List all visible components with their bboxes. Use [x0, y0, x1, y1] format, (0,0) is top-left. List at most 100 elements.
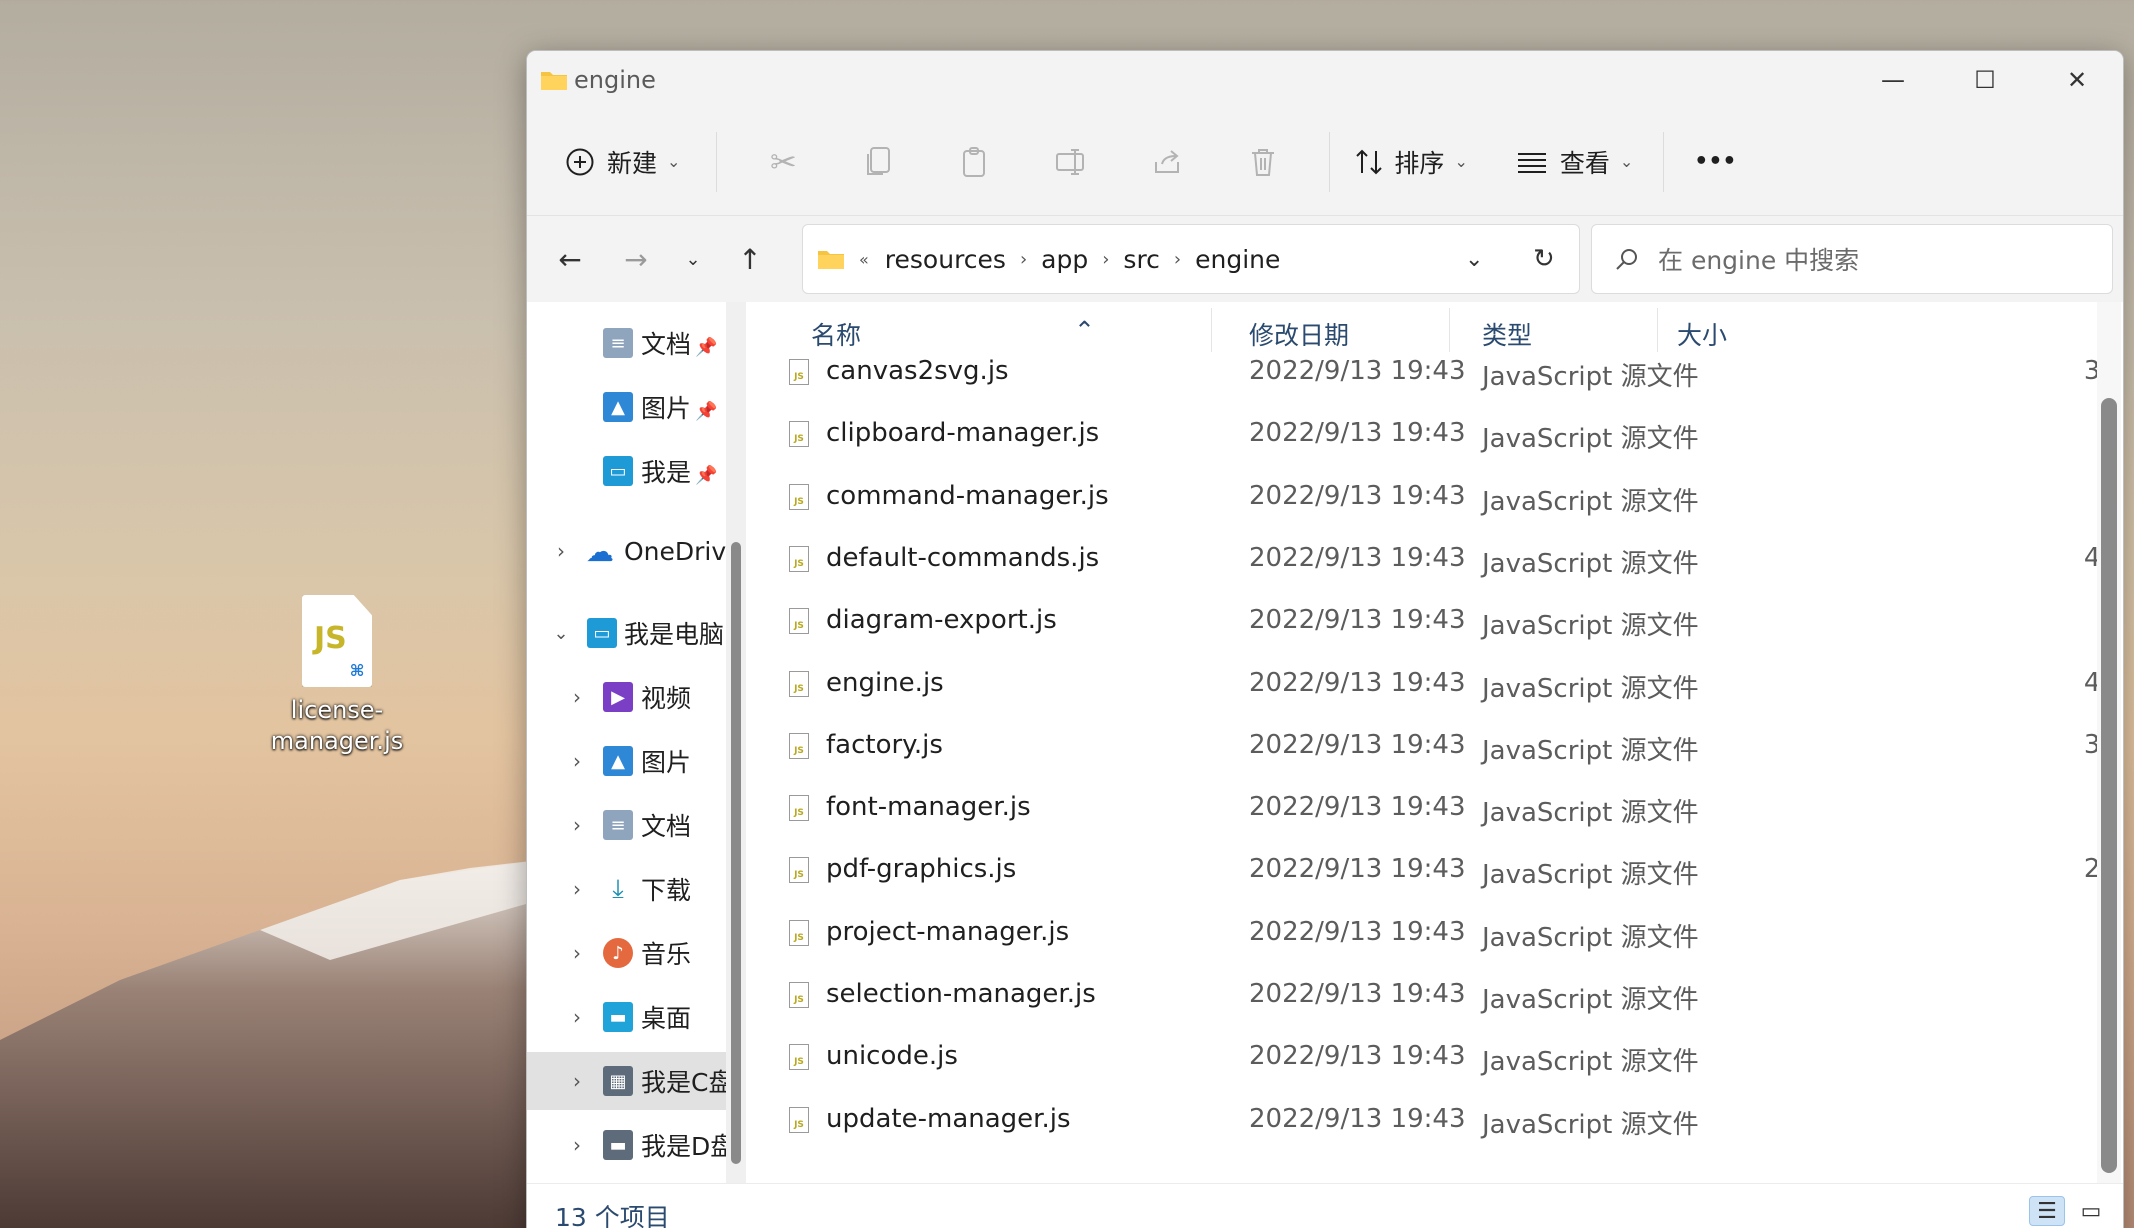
sidebar-item-c-drive[interactable]: › ▦ 我是C盘 [527, 1052, 727, 1110]
breadcrumb-engine[interactable]: engine [1195, 245, 1280, 274]
scrollbar-thumb[interactable] [731, 542, 741, 1164]
desktop-file-icon[interactable]: JS ⌘ license-manager.js [262, 595, 412, 757]
file-row[interactable]: JS diagram-export.js 2022/9/13 19:43 JavaSc… [759, 591, 2111, 653]
sidebar-item-documents[interactable]: › ≡ 文档 [527, 796, 727, 854]
sidebar-item-d-drive[interactable]: › ▬ 我是D盘 [527, 1116, 727, 1174]
sidebar-item-videos[interactable]: › ▶ 视频 [527, 668, 727, 726]
file-name: diagram-export.js [826, 605, 1057, 636]
details-view-icon: ☰ [2037, 1198, 2057, 1224]
sidebar-item-label: 我是D盘 [641, 1132, 727, 1161]
copy-button[interactable] [831, 132, 927, 192]
plus-circle-icon [566, 148, 594, 175]
document-icon: ≡ [603, 810, 633, 840]
navigation-bar: ← → ⌄ ↑ « resources › app › src › engine… [527, 216, 2123, 302]
file-date: 2022/9/13 19:43 [1249, 916, 1466, 947]
overflow-crumbs[interactable]: « [859, 250, 869, 269]
back-button[interactable]: ← [537, 229, 603, 289]
up-button[interactable]: ↑ [717, 229, 783, 289]
file-row[interactable]: JS font-manager.js 2022/9/13 19:43 JavaScri… [759, 778, 2111, 840]
sidebar-item-label: 桌面 [641, 1004, 692, 1033]
refresh-icon[interactable]: ↻ [1533, 244, 1555, 274]
folder-icon [818, 251, 844, 269]
breadcrumb-app[interactable]: app [1041, 245, 1088, 274]
file-row[interactable]: JS default-commands.js 2022/9/13 19:43 Java… [759, 529, 2111, 591]
file-type: JavaScript 源文件 [1482, 486, 1699, 517]
delete-button[interactable] [1215, 132, 1311, 192]
sidebar-scrollbar[interactable] [726, 302, 746, 1202]
view-button[interactable]: 查看 ⌄ [1516, 132, 1633, 192]
item-count: 13 个项目 [555, 1203, 670, 1228]
breadcrumb-src[interactable]: src [1123, 245, 1160, 274]
details-view-button[interactable]: ☰ [2029, 1196, 2065, 1226]
pin-icon: 📌 [695, 401, 718, 422]
file-type: JavaScript 源文件 [1482, 922, 1699, 953]
file-row[interactable]: JS clipboard-manager.js 2022/9/13 19:43 Jav… [759, 404, 2111, 466]
pin-icon: 📌 [695, 337, 718, 358]
sidebar-item-pictures[interactable]: › ▲ 图片 [527, 732, 727, 790]
address-bar[interactable]: « resources › app › src › engine ⌄ ↻ [802, 224, 1580, 294]
file-date: 2022/9/13 19:43 [1249, 1103, 1466, 1134]
tiles-view-button[interactable]: ▭ [2073, 1196, 2109, 1226]
sidebar-item-downloads[interactable]: › ⤓ 下载 [527, 860, 727, 918]
sidebar-item-label: 下载 [641, 876, 692, 905]
search-box[interactable]: 在 engine 中搜索 [1591, 224, 2113, 294]
chevron-down-icon: ⌄ [685, 248, 701, 270]
js-file-icon: JS [789, 608, 809, 635]
file-row[interactable]: JS project-manager.js 2022/9/13 19:43 JavaS… [759, 903, 2111, 965]
file-row[interactable]: JS selection-manager.js 2022/9/13 19:43 Jav… [759, 965, 2111, 1027]
copy-icon [867, 146, 891, 175]
js-badge: JS [314, 621, 347, 656]
sidebar-item-this-pc[interactable]: ⌄ ▭ 我是电脑 [527, 604, 727, 662]
recent-locations-button[interactable]: ⌄ [669, 229, 717, 289]
breadcrumb-resources[interactable]: resources [885, 245, 1006, 274]
video-icon: ▶ [603, 682, 633, 712]
picture-icon: ▲ [603, 392, 633, 422]
file-list-vertical-scrollbar[interactable] [2097, 302, 2121, 1202]
new-button[interactable]: 新建 ⌄ [565, 132, 680, 192]
sidebar-item-label: 我是 📌 [641, 458, 718, 487]
js-file-icon: JS [789, 359, 809, 385]
sidebar-item-onedrive[interactable]: › ☁ OneDriv [527, 522, 727, 580]
file-date: 2022/9/13 19:43 [1249, 605, 1466, 636]
sidebar-item-this-pc-pinned[interactable]: ▭ 我是 📌 [527, 442, 727, 500]
main-content: ≡ 文档 📌 ▲ 图片 📌 ▭ 我是 📌 › ☁ OneDriv ⌄ ▭ 我是电脑 [527, 302, 2123, 1228]
close-button[interactable]: ✕ [2031, 51, 2123, 108]
file-row[interactable]: JS unicode.js 2022/9/13 19:43 JavaScript 源文… [759, 1027, 2111, 1089]
sidebar-item-documents-pinned[interactable]: ≡ 文档 📌 [527, 314, 727, 372]
file-name: canvas2svg.js [826, 356, 1009, 386]
sidebar-item-desktop[interactable]: › ▬ 桌面 [527, 988, 727, 1046]
maximize-button[interactable]: ☐ [1939, 51, 2031, 108]
file-row[interactable]: JS engine.js 2022/9/13 19:43 JavaScript 源文件… [759, 654, 2111, 716]
file-date: 2022/9/13 19:43 [1249, 667, 1466, 698]
js-file-icon: JS [789, 483, 809, 510]
file-type: JavaScript 源文件 [1482, 798, 1699, 829]
paste-button[interactable] [927, 132, 1023, 192]
sort-label: 排序 [1394, 148, 1445, 178]
share-button[interactable] [1119, 132, 1215, 192]
view-list-icon [1517, 152, 1546, 173]
chevron-right-icon: › [573, 813, 581, 837]
status-bar: 13 个项目 ☰ ▭ [527, 1183, 2123, 1228]
sidebar-item-label: OneDriv [624, 536, 727, 566]
file-row[interactable]: JS command-manager.js 2022/9/13 19:43 JavaS… [759, 467, 2111, 529]
file-row[interactable]: JS update-manager.js 2022/9/13 19:43 JavaSc… [759, 1090, 2111, 1152]
arrow-left-icon: ← [558, 242, 582, 276]
cut-button[interactable]: ✂ [735, 132, 831, 192]
rename-button[interactable] [1023, 132, 1119, 192]
more-options-button[interactable]: ••• [1694, 132, 1736, 192]
file-row[interactable]: JS canvas2svg.js 2022/9/13 19:43 JavaScript… [759, 342, 2111, 404]
address-dropdown-icon[interactable]: ⌄ [1465, 247, 1483, 272]
file-row[interactable]: JS pdf-graphics.js 2022/9/13 19:43 JavaScri… [759, 840, 2111, 902]
scrollbar-thumb[interactable] [2101, 398, 2117, 1173]
js-file-icon: JS ⌘ [302, 595, 372, 687]
forward-button[interactable]: → [603, 229, 669, 289]
minimize-button[interactable]: — [1847, 51, 1939, 108]
sidebar-item-label: 图片 [641, 748, 692, 777]
file-type: JavaScript 源文件 [1482, 735, 1699, 766]
sidebar-item-music[interactable]: › ♪ 音乐 [527, 924, 727, 982]
sidebar-item-pictures-pinned[interactable]: ▲ 图片 📌 [527, 378, 727, 436]
file-row[interactable]: JS factory.js 2022/9/13 19:43 JavaScript 源文… [759, 716, 2111, 778]
chevron-right-icon: › [573, 1133, 581, 1157]
sort-button[interactable]: 排序 ⌄ [1354, 132, 1468, 192]
chevron-right-icon: › [573, 877, 581, 901]
